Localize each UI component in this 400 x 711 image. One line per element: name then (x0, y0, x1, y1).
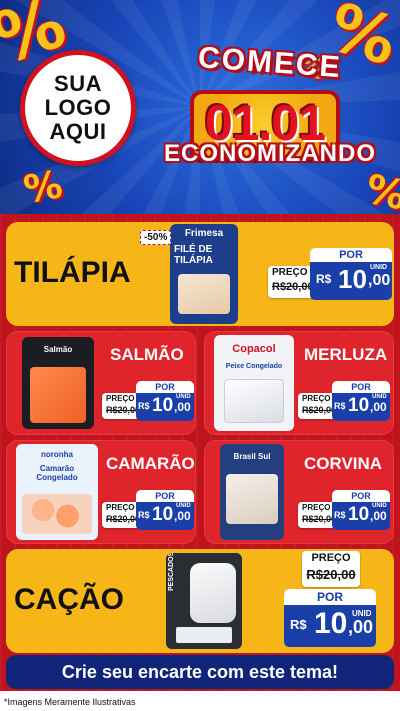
price-label: PREÇO (311, 552, 351, 564)
salmon-fillet-icon (30, 367, 86, 423)
price-dec: ,00 (370, 509, 387, 523)
price-original: PREÇO R$20,00 (102, 393, 140, 419)
product-name: CAMARÃO (106, 454, 195, 473)
logo-line: AQUI (49, 119, 107, 144)
product-label: FILÉ DE TILÁPIA (174, 244, 213, 266)
product-card-merluza[interactable]: Copacol Peixe Congelado MERLUZA PREÇO R$… (204, 331, 394, 435)
create-flyer-banner[interactable]: Crie seu encarte com este tema! (6, 655, 394, 689)
price-original: PREÇO R$20,00 (302, 551, 360, 587)
price-label: PREÇO (302, 394, 331, 403)
product-label: PESCADOS (168, 553, 175, 591)
featured-card-tilapia[interactable]: TILÁPIA Frimesa FILÉ DE TILÁPIA -50% PRE… (6, 222, 394, 326)
old-price: R$20,00 (302, 405, 337, 415)
unit-label: UNID (372, 503, 387, 509)
product-name: TILÁPIA (14, 256, 131, 289)
price-label: PREÇO (302, 503, 331, 512)
product-label: Copacol (232, 343, 276, 355)
product-sub: Peixe Congelado (225, 363, 283, 370)
headline-bottom: ECONOMIZANDO (164, 140, 376, 167)
old-price: R$20,00 (306, 567, 356, 582)
headline: COMECE 01.01 ECONOMIZANDO (140, 40, 400, 180)
discount-badge: -50% (140, 230, 172, 245)
product-card-camarao[interactable]: noronha Camarão Congelado CAMARÃO PREÇO … (6, 440, 196, 544)
price-int: 10 (338, 264, 367, 294)
product-label: Salmão (43, 345, 73, 354)
featured-card-cacao[interactable]: CAÇÃO PESCADOS PREÇO R$20,00 POR R$ 10 ,… (6, 549, 394, 653)
header-banner: % % % % % SUA LOGO AQUI COMECE 01.01 ECO… (0, 0, 400, 214)
product-name: SALMÃO (110, 345, 184, 364)
price-original: PREÇO R$20,00 (298, 502, 336, 528)
currency: R$ (138, 401, 150, 411)
percent-icon: % (20, 162, 66, 212)
product-image-tilapia: Frimesa FILÉ DE TILÁPIA (170, 224, 238, 324)
por-label: POR (332, 381, 390, 393)
fish-fillet-icon (224, 379, 284, 423)
product-image-corvina: Brasil Sul (220, 444, 284, 540)
disclaimer: *Imagens Meramente Ilustrativas (4, 697, 136, 707)
price-now: POR R$ 10 ,00 UNID (332, 381, 390, 421)
product-name: MERLUZA (304, 345, 388, 364)
currency: R$ (334, 401, 346, 411)
logo-line: LOGO (44, 95, 112, 120)
price-now: POR R$ 10 ,00 UNID (136, 490, 194, 530)
price-dec: ,00 (174, 509, 191, 523)
product-image-camarao: noronha Camarão Congelado (16, 444, 98, 540)
por-label: POR (284, 589, 376, 605)
product-label: Camarão Congelado (36, 464, 78, 482)
price-now: POR R$ 10 ,00 UNID (310, 248, 392, 300)
unit-label: UNID (176, 503, 191, 509)
product-image-merluza: Copacol Peixe Congelado (214, 335, 294, 431)
product-label: Brasil Sul (233, 452, 271, 461)
product-name: CORVINA (304, 454, 383, 473)
price-label: PREÇO (106, 394, 135, 403)
price-now: POR R$ 10 ,00 UNID (332, 490, 390, 530)
por-label: POR (332, 490, 390, 502)
product-image-salmao: Salmão (22, 337, 94, 429)
price-label: PREÇO (106, 503, 135, 512)
price-now: POR R$ 10 ,00 UNID (284, 589, 376, 647)
logo-line: SUA (54, 71, 102, 96)
price-original: PREÇO R$20,00 (102, 502, 140, 528)
fish-fillet-icon (226, 474, 278, 524)
package-label-icon (176, 627, 232, 643)
fish-fillet-icon (178, 274, 230, 314)
product-image-cacao: PESCADOS (166, 553, 242, 649)
price-dec: ,00 (368, 272, 391, 289)
unit-label: UNID (176, 394, 191, 400)
old-price: R$20,00 (302, 514, 337, 524)
por-label: POR (310, 248, 392, 262)
por-label: POR (136, 381, 194, 393)
currency: R$ (334, 510, 346, 520)
price-dec: ,00 (174, 400, 191, 414)
unit-label: UNID (352, 609, 372, 618)
cta-text: Crie seu encarte com este tema! (61, 661, 339, 682)
shrimp-icon (22, 494, 92, 534)
price-int: 10 (348, 504, 370, 525)
price-dec: ,00 (348, 617, 374, 637)
price-int: 10 (314, 607, 348, 640)
product-brand: Frimesa (184, 228, 224, 239)
product-name: CAÇÃO (14, 583, 124, 616)
por-label: POR (136, 490, 194, 502)
unit-label: UNID (372, 394, 387, 400)
product-card-salmao[interactable]: Salmão SALMÃO PREÇO R$20,00 POR R$ 10 ,0… (6, 331, 196, 435)
price-dec: ,00 (370, 400, 387, 414)
currency: R$ (316, 272, 332, 286)
price-int: 10 (348, 395, 370, 416)
price-original: PREÇO R$20,00 (298, 393, 336, 419)
price-int: 10 (152, 504, 174, 525)
logo-placeholder[interactable]: SUA LOGO AQUI (20, 50, 136, 166)
headline-top: COMECE (197, 41, 343, 85)
price-int: 10 (152, 395, 174, 416)
old-price: R$20,00 (106, 405, 141, 415)
price-now: POR R$ 10 ,00 UNID (136, 381, 194, 421)
product-brand: noronha (41, 450, 73, 459)
product-card-corvina[interactable]: Brasil Sul CORVINA PREÇO R$20,00 POR R$ … (204, 440, 394, 544)
unit-label: UNID (370, 264, 388, 271)
fish-steak-icon (190, 563, 236, 623)
currency: R$ (290, 617, 307, 632)
old-price: R$20,00 (106, 514, 141, 524)
currency: R$ (138, 510, 150, 520)
